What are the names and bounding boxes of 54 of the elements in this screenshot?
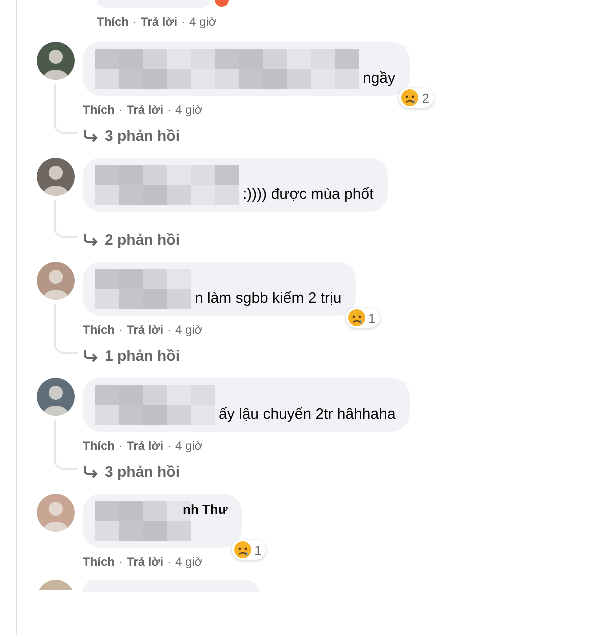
- reaction-count: 1: [254, 542, 262, 558]
- thread-line: [54, 420, 78, 470]
- comment-text: n làm sgbb kiếm 2 trịu: [195, 289, 342, 309]
- avatar[interactable]: [37, 42, 75, 80]
- separator-dot: ·: [182, 15, 186, 29]
- separator-dot: ·: [133, 15, 137, 29]
- thread-line: [54, 304, 78, 354]
- reply-arrow-icon: [83, 233, 99, 247]
- action-link[interactable]: Thích: [83, 555, 115, 569]
- thread-line: [54, 200, 78, 238]
- comment-text: ngầy: [363, 69, 396, 89]
- separator-dot: ·: [168, 439, 172, 453]
- action-link[interactable]: Thích: [97, 15, 129, 29]
- avatar[interactable]: [37, 378, 75, 416]
- sad-face-icon: [401, 89, 420, 107]
- action-link[interactable]: Trả lời: [127, 103, 164, 117]
- action-link[interactable]: Thích: [83, 439, 115, 453]
- reaction-badge[interactable]: 1: [346, 308, 380, 328]
- sad-face-icon: [234, 541, 252, 559]
- reply-arrow-icon: [83, 129, 99, 143]
- action-link[interactable]: Trả lời: [127, 323, 164, 337]
- separator-dot: ·: [119, 439, 123, 453]
- comment-text: :)))) được mùa phốt: [243, 185, 374, 205]
- view-replies-link[interactable]: 1 phản hồi: [83, 346, 180, 366]
- sad-face-icon: [348, 309, 366, 327]
- thread-line: [54, 84, 78, 134]
- timestamp: 4 giờ: [176, 439, 203, 453]
- timestamp: 4 giờ: [176, 323, 203, 337]
- separator-dot: ·: [168, 323, 172, 337]
- action-link[interactable]: Trả lời: [141, 15, 178, 29]
- separator-dot: ·: [119, 103, 123, 117]
- comment-text: ấy lậu chuyển 2tr hâhhaha: [219, 405, 396, 425]
- reaction-count: 1: [368, 310, 376, 326]
- separator-dot: ·: [168, 103, 172, 117]
- reply-arrow-icon: [83, 465, 99, 479]
- timestamp: 4 giờ: [190, 15, 217, 29]
- view-replies-link[interactable]: 3 phản hồi: [83, 462, 180, 482]
- reaction-badge[interactable]: 2: [399, 88, 434, 108]
- timestamp: 4 giờ: [176, 555, 203, 569]
- view-replies-link[interactable]: 2 phản hồi: [83, 230, 180, 250]
- action-link[interactable]: Trả lời: [127, 555, 164, 569]
- reaction-badge[interactable]: 1: [232, 540, 266, 560]
- separator-dot: ·: [119, 555, 123, 569]
- separator-dot: ·: [119, 323, 123, 337]
- separator-dot: ·: [168, 555, 172, 569]
- reply-arrow-icon: [83, 349, 99, 363]
- timestamp: 4 giờ: [176, 103, 203, 117]
- avatar[interactable]: [37, 158, 75, 196]
- view-replies-link[interactable]: 3 phản hồi: [83, 126, 180, 146]
- commenter-name[interactable]: nh Thư: [183, 501, 228, 519]
- action-link[interactable]: Trả lời: [127, 439, 164, 453]
- action-link[interactable]: Thích: [83, 103, 115, 117]
- action-link[interactable]: Thích: [83, 323, 115, 337]
- reaction-count: 2: [422, 90, 430, 106]
